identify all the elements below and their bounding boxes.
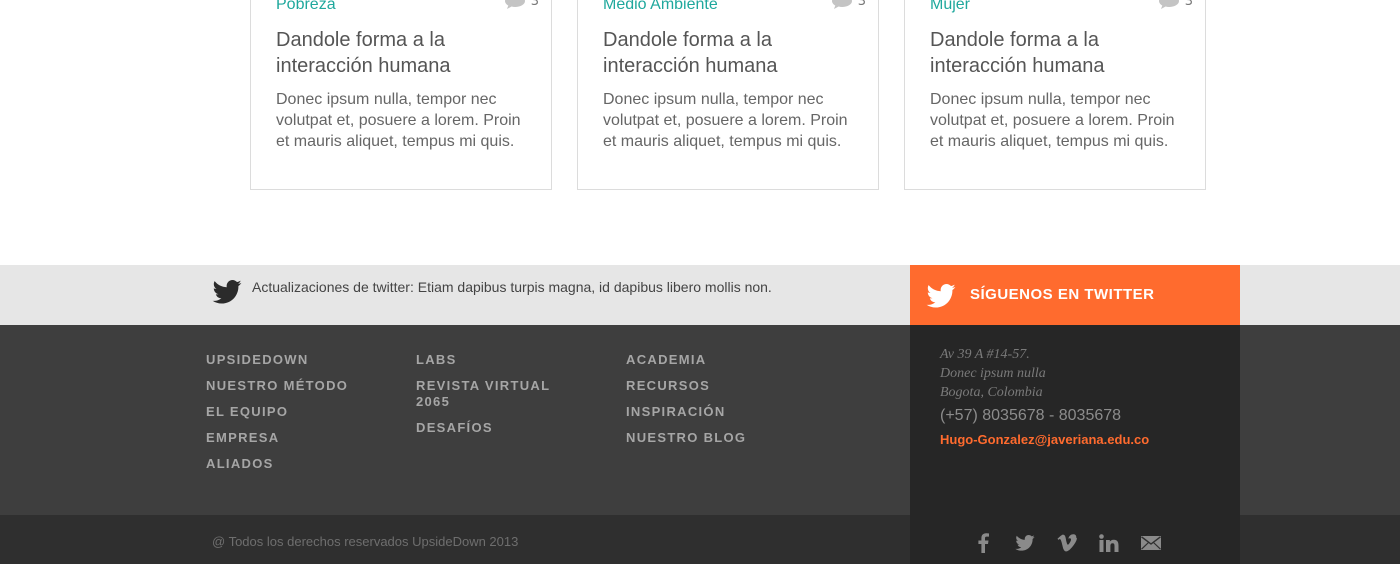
address-line: Donec ipsum nulla bbox=[940, 366, 1046, 381]
card-excerpt: Donec ipsum nulla, tempor nec volutpat e… bbox=[930, 91, 1175, 150]
address: Av 39 A #14-57. Donec ipsum nulla Bogota… bbox=[940, 345, 1046, 402]
card-title[interactable]: Dandole forma a la interacción humana bbox=[930, 27, 1180, 79]
footer-link[interactable]: EL EQUIPO bbox=[206, 404, 376, 420]
vimeo-icon[interactable] bbox=[1056, 532, 1078, 554]
twitter-bird-icon bbox=[926, 284, 956, 308]
comment-count-value: 3 bbox=[530, 0, 539, 9]
card-category[interactable]: Medio Ambiente bbox=[603, 0, 718, 14]
footer-link[interactable]: LABS bbox=[416, 352, 566, 368]
article-card[interactable]: Mujer 3 Dandole forma a la interacción h… bbox=[904, 0, 1206, 190]
linkedin-icon[interactable] bbox=[1098, 532, 1120, 554]
comment-icon bbox=[831, 0, 852, 9]
article-card[interactable]: Pobreza 3 Dandole forma a la interacción… bbox=[250, 0, 552, 190]
comment-count-value: 3 bbox=[857, 0, 866, 9]
card-excerpt: Donec ipsum nulla, tempor nec volutpat e… bbox=[276, 91, 521, 150]
footer-link[interactable]: NUESTRO MÉTODO bbox=[206, 378, 376, 394]
footer-link[interactable]: EMPRESA bbox=[206, 430, 376, 446]
card-category[interactable]: Mujer bbox=[930, 0, 970, 14]
follow-twitter-label: SÍGUENOS EN TWITTER bbox=[970, 286, 1155, 303]
mail-icon[interactable] bbox=[1140, 532, 1162, 554]
address-line: Bogota, Colombia bbox=[940, 385, 1043, 400]
email-link[interactable]: Hugo-Gonzalez@javeriana.edu.co bbox=[940, 432, 1149, 447]
footer-link[interactable]: RECURSOS bbox=[626, 378, 796, 394]
address-line: Av 39 A #14-57. bbox=[940, 347, 1030, 362]
footer-link[interactable]: NUESTRO BLOG bbox=[626, 430, 796, 446]
comment-count: 3 bbox=[831, 0, 866, 9]
footer-link[interactable]: INSPIRACIÓN bbox=[626, 404, 796, 420]
card-title[interactable]: Dandole forma a la interacción humana bbox=[603, 27, 853, 79]
phone-number: (+57) 8035678 - 8035678 bbox=[940, 407, 1122, 424]
comment-count-value: 3 bbox=[1184, 0, 1193, 9]
footer-link[interactable]: ACADEMIA bbox=[626, 352, 796, 368]
footer-nav-column: UPSIDEDOWN NUESTRO MÉTODO EL EQUIPO EMPR… bbox=[206, 352, 376, 482]
twitter-bird-icon bbox=[212, 280, 242, 304]
page: Pobreza 3 Dandole forma a la interacción… bbox=[0, 0, 1400, 564]
copyright-text: @ Todos los derechos reservados UpsideDo… bbox=[212, 534, 519, 549]
card-title[interactable]: Dandole forma a la interacción humana bbox=[276, 27, 526, 79]
twitter-update-text: Actualizaciones de twitter: Etiam dapibu… bbox=[252, 279, 772, 295]
card-excerpt: Donec ipsum nulla, tempor nec volutpat e… bbox=[603, 91, 848, 150]
twitter-icon[interactable] bbox=[1014, 532, 1036, 554]
comment-icon bbox=[1158, 0, 1179, 9]
footer-link[interactable]: DESAFÍOS bbox=[416, 420, 566, 436]
footer-link[interactable]: UPSIDEDOWN bbox=[206, 352, 376, 368]
article-card[interactable]: Medio Ambiente 3 Dandole forma a la inte… bbox=[577, 0, 879, 190]
footer-link[interactable]: ALIADOS bbox=[206, 456, 376, 472]
footer-nav-column: ACADEMIA RECURSOS INSPIRACIÓN NUESTRO BL… bbox=[626, 352, 796, 456]
comment-count: 3 bbox=[1158, 0, 1193, 9]
follow-twitter-button[interactable]: SÍGUENOS EN TWITTER bbox=[910, 265, 1240, 325]
card-category[interactable]: Pobreza bbox=[276, 0, 336, 14]
facebook-icon[interactable] bbox=[972, 532, 994, 554]
comment-icon bbox=[504, 0, 525, 9]
footer-nav-column: LABS REVISTA VIRTUAL 2065 DESAFÍOS bbox=[416, 352, 566, 446]
comment-count: 3 bbox=[504, 0, 539, 9]
footer-link[interactable]: REVISTA VIRTUAL 2065 bbox=[416, 378, 566, 410]
